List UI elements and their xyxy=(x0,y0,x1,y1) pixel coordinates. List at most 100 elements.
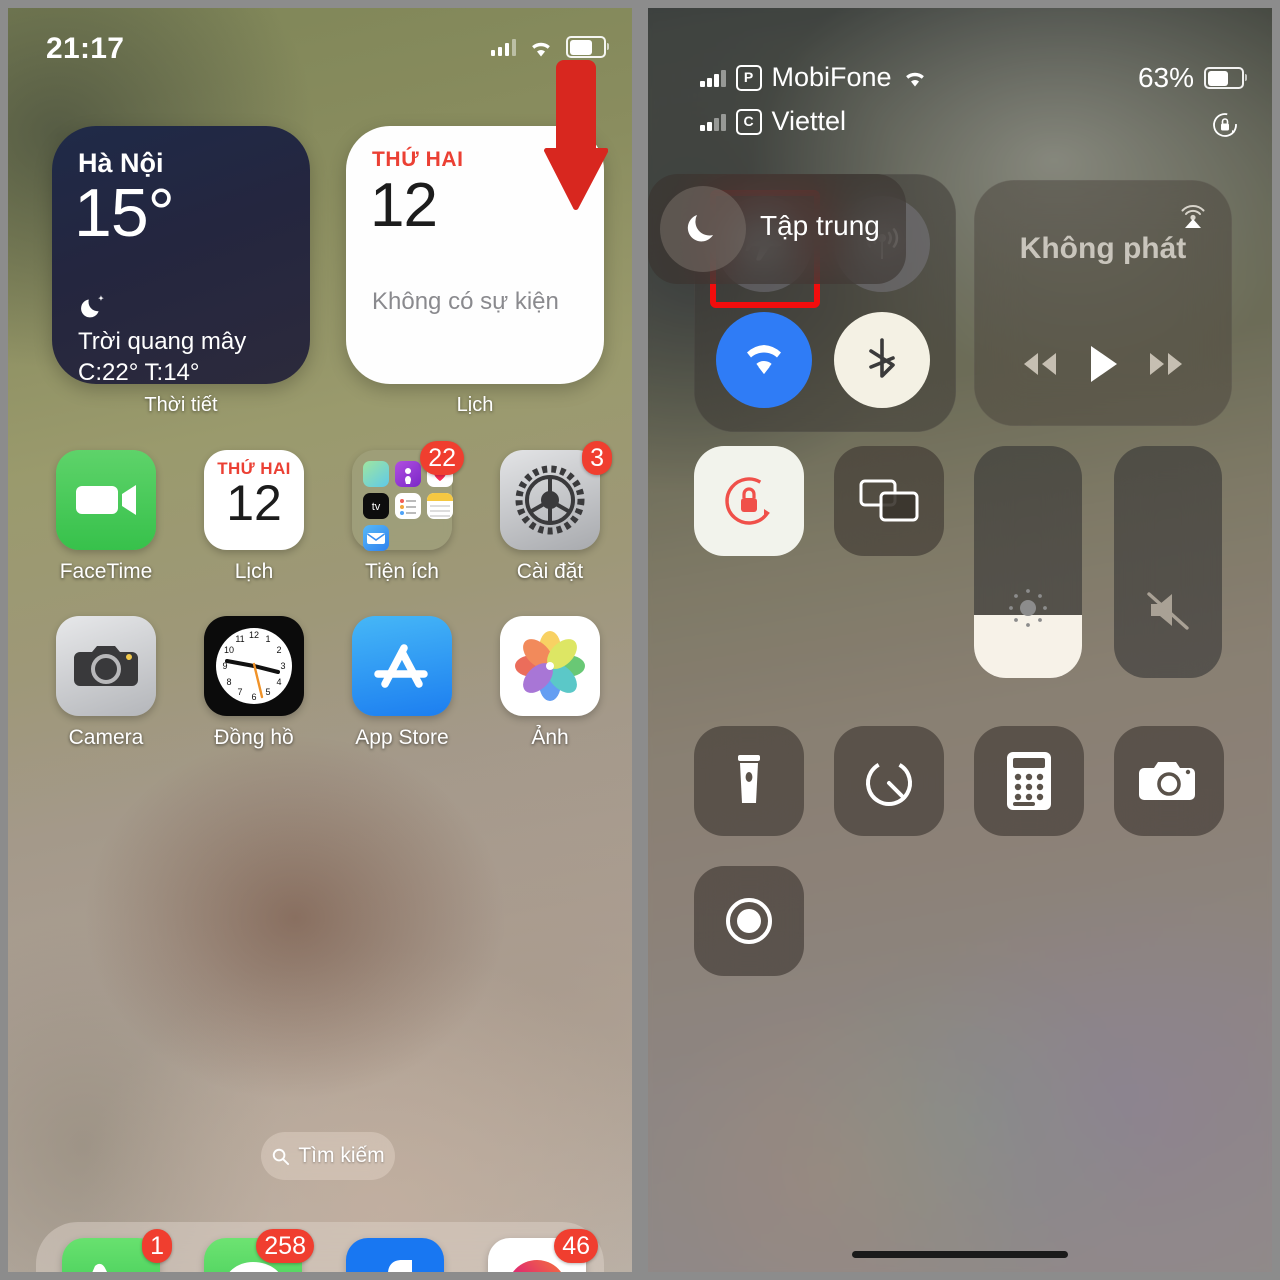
media-title: Không phát xyxy=(1019,232,1187,265)
volume-icon-wrap xyxy=(1114,586,1222,634)
svg-text:12: 12 xyxy=(249,630,259,640)
app-label: Cài đặt xyxy=(516,560,584,583)
weather-widget[interactable]: Hà Nội 15° Trời quang mây C:22° T:14° xyxy=(52,126,310,386)
photos-icon xyxy=(500,616,600,716)
svg-text:tv: tv xyxy=(372,501,381,513)
play-icon[interactable] xyxy=(1086,344,1120,384)
screen-record-tile[interactable] xyxy=(694,866,804,976)
wifi-icon xyxy=(747,345,781,374)
cellular-bars-icon-2 xyxy=(700,113,726,131)
app-settings[interactable]: 3 Cài đặt xyxy=(476,441,624,584)
calendar-day-number: 12 xyxy=(370,171,438,240)
rotation-lock-tile[interactable] xyxy=(694,446,804,556)
dock-app-facebook[interactable] xyxy=(324,1238,466,1272)
app-clock[interactable]: 12 1 2 345 678 9 10 11 Đồng hồ xyxy=(180,616,328,750)
screen-mirroring-tile[interactable] xyxy=(834,446,944,556)
calculator-icon xyxy=(1007,752,1051,810)
focus-icon-circle xyxy=(660,186,746,272)
right-phone-screen: P MobiFone C Viettel 63% Không phát Tập … xyxy=(648,8,1272,1272)
camera-tile[interactable] xyxy=(1114,726,1224,836)
calculator-tile[interactable] xyxy=(974,726,1084,836)
volume-slider[interactable] xyxy=(1114,446,1222,678)
app-label: Đồng hồ xyxy=(214,726,294,749)
svg-text:8: 8 xyxy=(226,677,231,687)
instagram-icon: 46 xyxy=(488,1229,598,1272)
home-indicator xyxy=(852,1251,1068,1258)
carrier-row-2: C Viettel xyxy=(700,106,846,137)
app-label: FaceTime xyxy=(59,560,153,583)
sim-2-badge: C xyxy=(735,108,762,135)
weather-widget-label: Thời tiết xyxy=(144,394,218,416)
weather-condition: Trời quang mây xyxy=(78,328,247,355)
flashlight-icon xyxy=(738,755,760,803)
dock-app-phone[interactable]: 1 xyxy=(40,1229,182,1272)
calendar-empty-text: Không có sự kiện xyxy=(372,288,559,315)
cellular-bars-icon-1 xyxy=(700,69,726,87)
media-player-module[interactable]: Không phát xyxy=(974,180,1232,426)
control-center: Không phát Tập trung xyxy=(648,174,1272,976)
left-status-bar: 21:17 xyxy=(8,26,632,70)
app-folder-tienich[interactable]: tv 22 Tiện ích xyxy=(328,441,476,584)
widget-row: Hà Nội 15° Trời quang mây C:22° T:14° Th… xyxy=(8,126,632,426)
folder-badge: 22 xyxy=(420,441,464,475)
wifi-icon xyxy=(905,72,924,87)
carrier-1-name: MobiFone xyxy=(771,62,892,92)
phone-icon: 1 xyxy=(62,1229,172,1272)
rotation-lock-icon xyxy=(725,477,773,525)
screen-mirroring-icon xyxy=(859,479,919,522)
app-facetime[interactable]: FaceTime xyxy=(32,450,180,584)
calendar-icon-day: 12 xyxy=(226,475,282,531)
dock-badge: 1 xyxy=(142,1229,172,1263)
volume-mute-icon xyxy=(1147,592,1189,630)
app-photos[interactable]: Ảnh xyxy=(476,616,624,750)
status-icons xyxy=(490,36,609,58)
weather-high-low: C:22° T:14° xyxy=(78,359,200,386)
svg-text:10: 10 xyxy=(224,645,234,655)
notes-icon xyxy=(427,493,453,519)
flashlight-tile[interactable] xyxy=(694,726,804,836)
app-label: Lịch xyxy=(234,560,274,583)
carrier-2-name: Viettel xyxy=(771,106,847,136)
battery-percent: 63% xyxy=(1137,62,1194,93)
screenshot-root: 21:17 Hà Nội 15° Trời quang mây C:22° T:… xyxy=(0,0,1280,1280)
dock-app-instagram[interactable]: 46 xyxy=(466,1229,608,1272)
weather-temperature: 15° xyxy=(74,175,175,251)
red-down-arrow xyxy=(544,60,608,212)
reminders-icon xyxy=(395,493,421,519)
timer-icon xyxy=(866,760,912,806)
app-calendar[interactable]: THỨ HAI 12 Lịch xyxy=(180,450,328,584)
messages-icon: 258 xyxy=(204,1229,314,1272)
folder-icon: tv 22 xyxy=(352,441,464,551)
media-controls xyxy=(974,344,1232,384)
brightness-slider[interactable] xyxy=(974,446,1082,678)
svg-text:7: 7 xyxy=(237,687,242,697)
rewind-icon[interactable] xyxy=(1018,349,1062,379)
app-row-1: FaceTime THỨ HAI 12 Lịch tv 22 Tiện ích … xyxy=(8,441,632,616)
mail-icon xyxy=(363,525,389,551)
record-icon xyxy=(726,898,772,944)
focus-tile[interactable]: Tập trung xyxy=(648,174,906,284)
dock-app-messages[interactable]: 258 xyxy=(182,1229,324,1272)
dock-badge: 258 xyxy=(256,1229,314,1263)
timer-tile[interactable] xyxy=(834,726,944,836)
svg-text:1: 1 xyxy=(265,634,270,644)
search-pill[interactable]: Tìm kiếm xyxy=(261,1132,395,1180)
clock-icon: 12 1 2 345 678 9 10 11 xyxy=(204,616,304,716)
svg-text:6: 6 xyxy=(251,692,256,702)
svg-text:4: 4 xyxy=(276,677,281,687)
search-label: Tìm kiếm xyxy=(298,1144,385,1167)
brightness-icon-wrap xyxy=(974,582,1082,634)
maps-icon xyxy=(363,461,389,487)
wifi-toggle[interactable] xyxy=(716,312,812,408)
focus-label: Tập trung xyxy=(760,210,880,241)
carrier-row-1: P MobiFone xyxy=(700,62,928,93)
sim-1-badge: P xyxy=(735,64,762,91)
forward-icon[interactable] xyxy=(1144,349,1188,379)
app-camera[interactable]: Camera xyxy=(32,616,180,750)
settings-gear-icon: 3 xyxy=(500,441,612,550)
airplay-icon[interactable] xyxy=(1176,198,1210,232)
app-appstore[interactable]: App Store xyxy=(328,616,476,750)
bluetooth-toggle[interactable] xyxy=(834,312,930,408)
app-grid: FaceTime THỨ HAI 12 Lịch tv 22 Tiện ích … xyxy=(8,441,632,782)
app-row-2: Camera 12 1 2 345 678 9 10 11 Đồng hồ Ap… xyxy=(8,616,632,782)
